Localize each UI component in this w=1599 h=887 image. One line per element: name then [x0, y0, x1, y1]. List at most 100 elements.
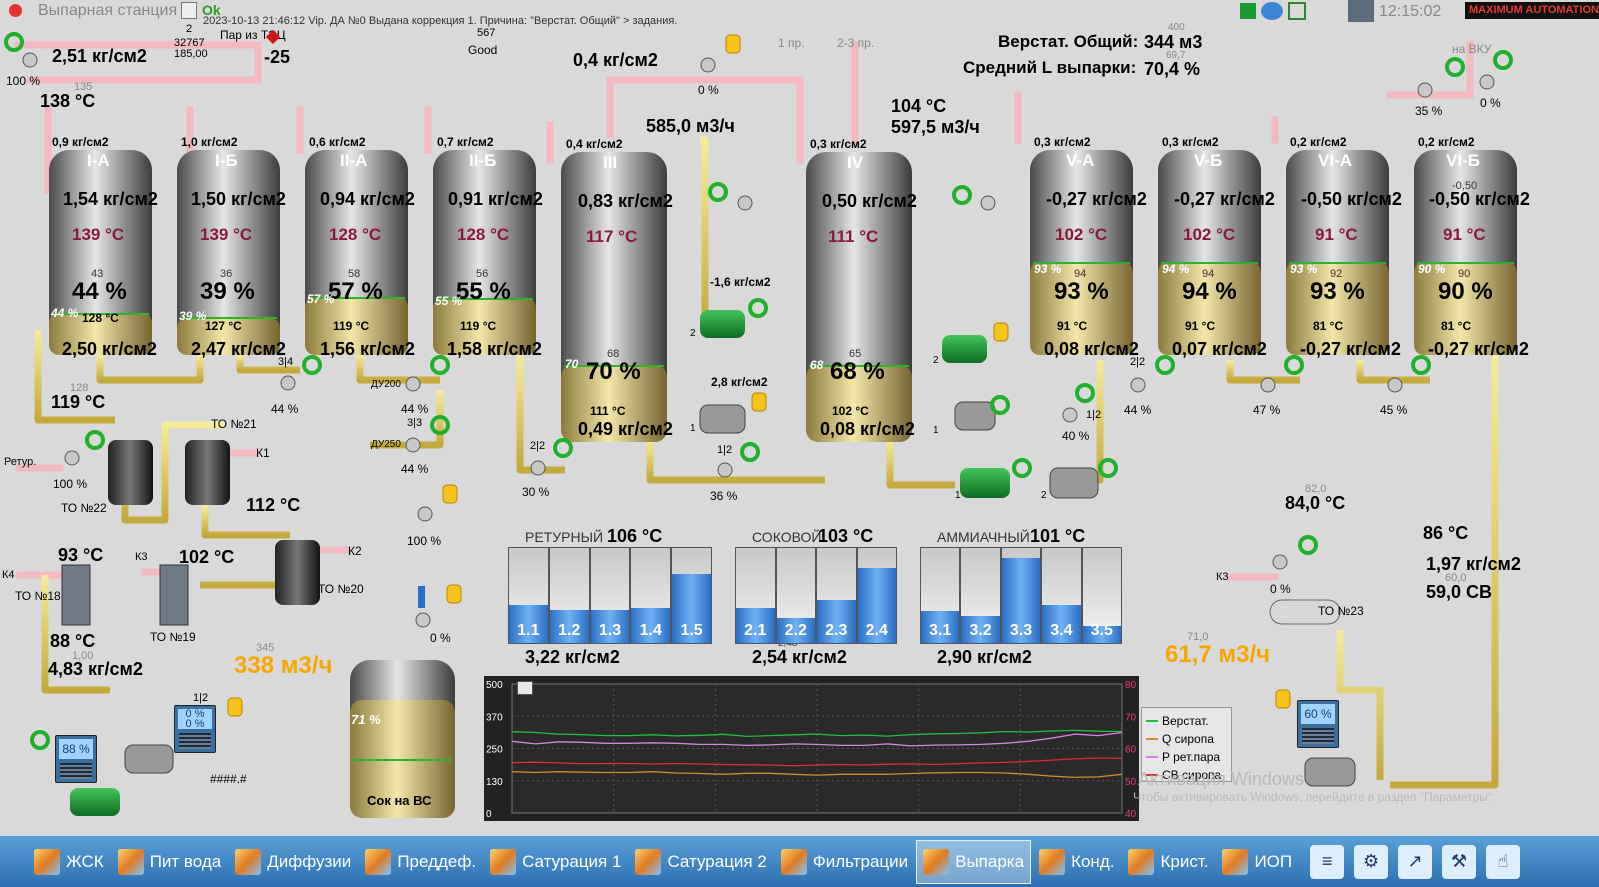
level-gauge-2.4[interactable]: 2.4 [856, 547, 897, 644]
temp-102: 102 °C [179, 547, 235, 567]
taskbar-item-0[interactable]: ЖСК [28, 840, 110, 884]
valve-pct: 44 % [271, 402, 299, 416]
taskbar-item-3[interactable]: Преддеф. [359, 840, 482, 884]
taskbar-item-6[interactable]: Фильтрации [775, 840, 914, 884]
menu-icon[interactable]: ≡ [1310, 844, 1345, 879]
gauge-label: 3.2 [969, 622, 992, 639]
hx-label-23: ТО №23 [1318, 604, 1364, 618]
flow-body-III: 585,0 м3/ч [646, 116, 735, 136]
taskbar-item-2[interactable]: Диффузии [229, 840, 357, 884]
level-gauge-1.5[interactable]: 1.5 [671, 547, 712, 644]
pipe-size-label: ДУ200 [371, 379, 401, 390]
taskbar-item-10[interactable]: ИОП [1216, 840, 1298, 884]
body-pressure: 1,50 кг/см2 [191, 189, 286, 209]
pump-III-discharge-pressure: 2,8 кг/см2 [711, 375, 768, 389]
recorder-display: 0 % 0 % [178, 709, 212, 730]
valve-pct: 100 % [407, 534, 442, 548]
pump-number: 2 [933, 355, 939, 366]
gauge-label: 2.1 [744, 622, 767, 639]
gauge-group-title: СОКОВОЙ [752, 529, 822, 545]
body-temp: 91 °C [1315, 225, 1358, 244]
taskbar-item-5[interactable]: Сатурация 2 [629, 840, 772, 884]
level-gauge-3.4[interactable]: 3.4 [1041, 547, 1082, 644]
body-bottom-pressure: 2,50 кг/см2 [62, 339, 157, 359]
level-gauge-1.1[interactable]: 1.1 [508, 547, 549, 644]
level-gauge-3.3[interactable]: 3.3 [1000, 547, 1042, 644]
level-gauge-1.2[interactable]: 1.2 [548, 547, 590, 644]
body-pressure: 1,54 кг/см2 [63, 189, 158, 209]
document-icon[interactable] [181, 2, 197, 19]
level-gauge-2.2[interactable]: 2.2 [775, 547, 816, 644]
pump-number: 2 [690, 328, 696, 339]
taskbar-item-7[interactable]: Выпарка [916, 839, 1032, 884]
level-gauge-3.1[interactable]: 3.1 [920, 547, 961, 644]
body-temp: 102 °C [1183, 225, 1236, 244]
network-icon[interactable] [1288, 2, 1306, 20]
body-bottom-pressure: -0,27 кг/см2 [1300, 339, 1401, 359]
body-bottom-pressure: 0,49 кг/см2 [578, 419, 673, 439]
taskbar-item-9[interactable]: Крист. [1122, 840, 1214, 884]
pipe-size-label: ДУ250 [371, 439, 401, 450]
body-level: 93 % [1054, 278, 1109, 305]
trend-icon[interactable]: ↗ [1398, 844, 1433, 879]
body-level: 55 % [456, 278, 511, 305]
screen-icon [235, 848, 262, 875]
chat-icon[interactable] [1261, 2, 1283, 20]
level-gauge-2.3[interactable]: 2.3 [816, 547, 857, 644]
settings-icon[interactable]: ⚙ [1354, 844, 1389, 879]
recorder-mid-label: 1|2 [193, 692, 209, 704]
level-gauge-2.1[interactable]: 2.1 [735, 547, 776, 644]
screen-icon [1128, 848, 1155, 875]
valve-selector: 2|2 [530, 440, 546, 452]
temp-112: 112 °C [246, 495, 301, 515]
body-level: 68 % [830, 358, 885, 385]
gauge-label: 1.5 [680, 622, 703, 639]
recorder-left[interactable]: 88 % [55, 735, 97, 783]
gauge-group-title: АММИАЧНЫЙ [937, 529, 1030, 545]
gauge-group-pressure: 3,22 кг/см2 [525, 647, 620, 667]
engineer-icon[interactable]: ⚒ [1442, 844, 1477, 879]
valve-pct: 44 % [401, 462, 429, 476]
recorder-right[interactable]: 60 % [1297, 700, 1339, 748]
gauge-label: 1.3 [598, 622, 622, 639]
body-pressure: 0,94 кг/см2 [320, 189, 415, 209]
legend-entry: P рет.пара [1146, 748, 1231, 766]
gauge-group-temp: 106 °C [607, 526, 663, 546]
counter-567: 567 [477, 27, 496, 39]
taskbar-item-4[interactable]: Сатурация 1 [484, 840, 627, 884]
hx-label-20: ТО №20 [318, 582, 364, 596]
gauge-label: 1.2 [558, 622, 581, 639]
plus-icon[interactable] [1240, 3, 1256, 19]
temp-88: 88 °C [50, 631, 96, 651]
body-bottom-pressure: 0,07 кг/см2 [1172, 339, 1267, 359]
body-temp: 139 °C [200, 225, 253, 244]
vku-label: на ВКУ [1452, 42, 1492, 56]
operator-icon[interactable] [1348, 0, 1374, 22]
body-level-small: 57 % [307, 292, 335, 306]
pressure-483: 4,83 кг/см2 [48, 659, 143, 679]
body-name: VI-А [1318, 151, 1352, 170]
valve-pct: 36 % [710, 489, 738, 503]
counter-2: 2 [186, 23, 193, 35]
pointer-icon[interactable]: ☝ [1486, 844, 1521, 879]
taskbar-item-1[interactable]: Пит вода [112, 840, 228, 884]
level-gauge-1.4[interactable]: 1.4 [630, 547, 672, 644]
body-bottom-pressure: 1,58 кг/см2 [447, 339, 542, 359]
body-level: 57 % [328, 278, 383, 305]
body-low-temp: 127 °C [205, 319, 242, 333]
tank-valve-pct: 0 % [430, 631, 451, 645]
level-gauge-3.2[interactable]: 3.2 [960, 547, 1001, 644]
level-gauge-1.3[interactable]: 1.3 [589, 547, 631, 644]
trend-chart[interactable]: 5008043707025060130500400 [484, 676, 1139, 821]
body-pressure: 0,83 кг/см2 [578, 191, 673, 211]
taskbar-item-8[interactable]: Конд. [1033, 840, 1120, 884]
gauge-label: 2.2 [784, 622, 807, 639]
chart-settings-icon[interactable] [517, 681, 533, 695]
valve-pct: 44 % [1124, 403, 1152, 417]
taskbar-item-label: Конд. [1071, 851, 1115, 871]
recorder-mid[interactable]: 0 % 0 % [174, 705, 216, 753]
level-gauge-3.5[interactable]: 3.5 [1081, 547, 1122, 644]
close-icon[interactable] [9, 4, 22, 17]
hx-label-19: ТО №19 [150, 630, 196, 644]
body-bottom-pressure: 1,56 кг/см2 [320, 339, 415, 359]
